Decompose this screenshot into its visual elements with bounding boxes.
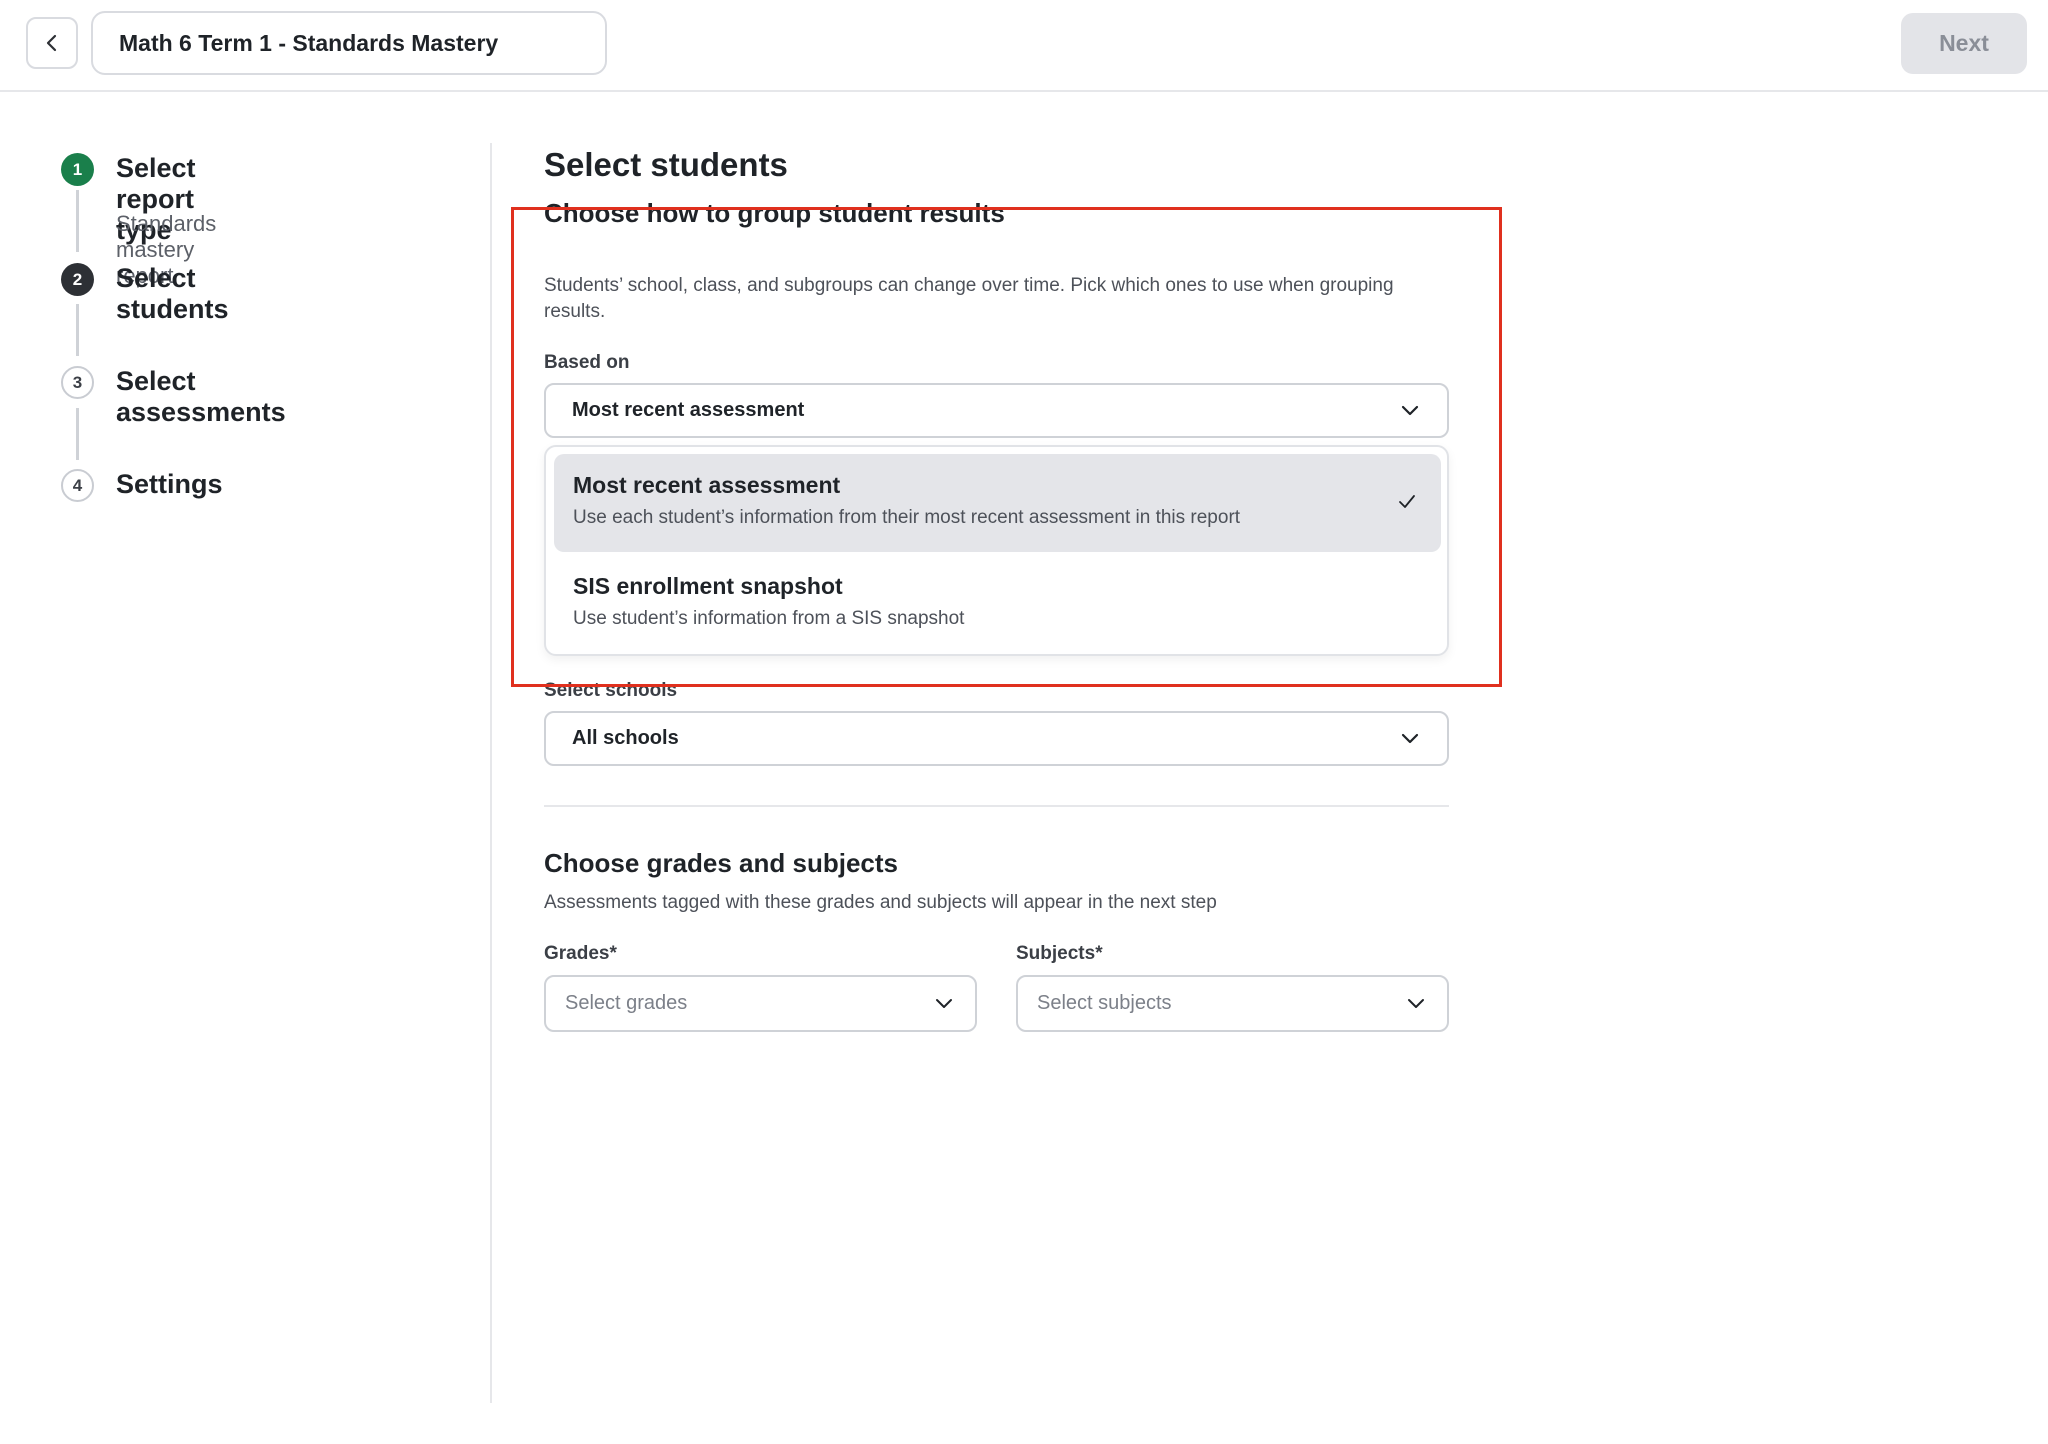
step-1-number: 1 <box>61 153 94 186</box>
report-name-field[interactable]: Math 6 Term 1 - Standards Mastery <box>91 11 607 75</box>
step-3-number: 3 <box>61 366 94 399</box>
grades-placeholder: Select grades <box>565 992 688 1014</box>
step-connector <box>76 190 79 252</box>
step-2-label[interactable]: Select students <box>116 263 229 325</box>
top-bar: Math 6 Term 1 - Standards Mastery Next <box>0 0 2048 92</box>
step-3-label[interactable]: Select assessments <box>116 366 286 428</box>
chevron-down-icon <box>936 998 952 1008</box>
report-name-text: Math 6 Term 1 - Standards Mastery <box>119 29 499 56</box>
section-divider <box>544 805 1449 807</box>
next-button[interactable]: Next <box>1901 13 2027 74</box>
schools-select[interactable]: All schools <box>544 711 1449 766</box>
chevron-down-icon <box>1401 733 1419 743</box>
grades-subjects-description: Assessments tagged with these grades and… <box>544 892 1217 913</box>
step-4-label[interactable]: Settings <box>116 469 223 500</box>
subjects-placeholder: Select subjects <box>1037 992 1172 1014</box>
column-divider <box>490 143 492 1403</box>
grades-subjects-title: Choose grades and subjects <box>544 848 898 878</box>
grades-select[interactable]: Select grades <box>544 975 977 1032</box>
subjects-label: Subjects* <box>1016 943 1103 964</box>
back-button[interactable] <box>26 17 78 69</box>
step-4-number: 4 <box>61 469 94 502</box>
chevron-down-icon <box>1408 998 1424 1008</box>
highlight-box <box>511 207 1502 687</box>
step-connector <box>76 408 79 460</box>
chevron-left-icon <box>46 34 57 52</box>
page-title: Select students <box>544 146 788 183</box>
schools-value: All schools <box>572 727 679 749</box>
subjects-select[interactable]: Select subjects <box>1016 975 1449 1032</box>
step-2-number: 2 <box>61 263 94 296</box>
step-connector <box>76 304 79 356</box>
grades-label: Grades* <box>544 943 617 964</box>
